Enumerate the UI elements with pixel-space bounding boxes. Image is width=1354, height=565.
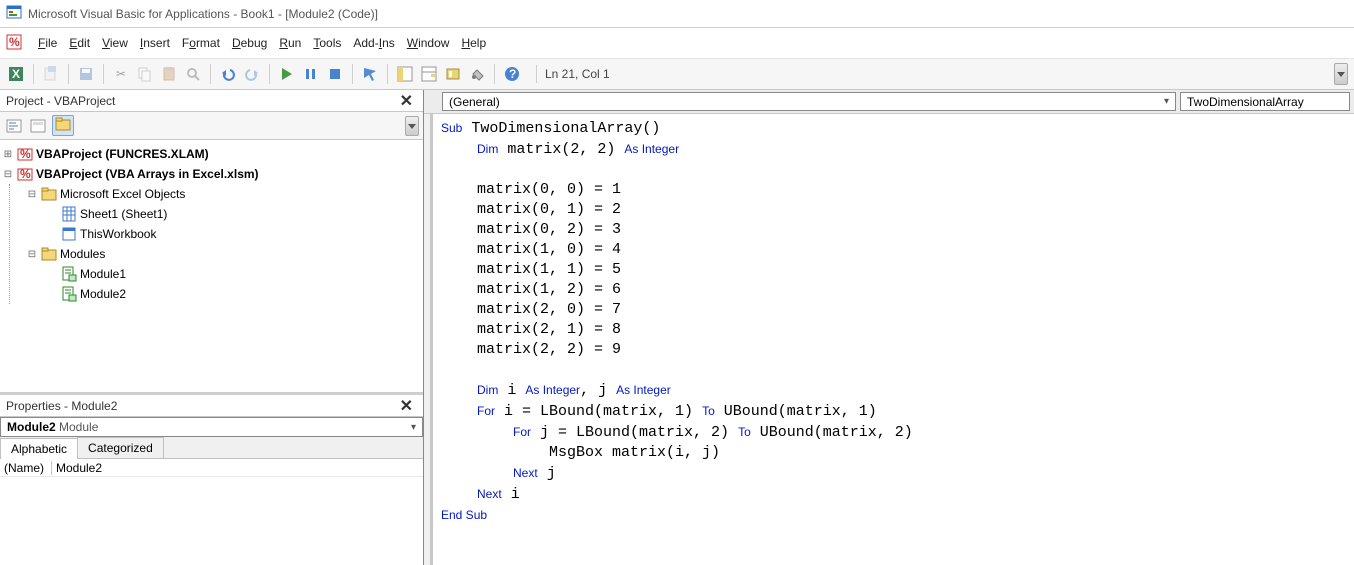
menu-edit[interactable]: Edit bbox=[63, 32, 96, 54]
find-icon[interactable] bbox=[183, 64, 203, 84]
menu-debug[interactable]: Debug bbox=[226, 32, 273, 54]
project-panel-close-icon[interactable]: ✕ bbox=[396, 91, 417, 111]
menu-bar: % FileEditViewInsertFormatDebugRunToolsA… bbox=[0, 28, 1354, 58]
menu-add-ins[interactable]: Add-Ins bbox=[347, 32, 400, 54]
tree-sheet1[interactable]: Sheet1 (Sheet1) bbox=[10, 204, 421, 224]
properties-grid[interactable]: (Name) Module2 bbox=[0, 459, 423, 565]
collapse-icon[interactable]: ⊟ bbox=[26, 249, 38, 260]
vbaproject-icon: % bbox=[17, 166, 33, 182]
workbook-icon bbox=[61, 226, 77, 242]
toolbar-overflow-icon[interactable] bbox=[1334, 63, 1348, 85]
view-object-icon[interactable] bbox=[28, 116, 48, 136]
design-mode-icon[interactable] bbox=[360, 64, 380, 84]
reset-icon[interactable] bbox=[325, 64, 345, 84]
menu-run[interactable]: Run bbox=[273, 32, 307, 54]
code-editor[interactable]: Sub TwoDimensionalArray() Dim matrix(2, … bbox=[430, 114, 1354, 565]
project-explorer-icon[interactable] bbox=[395, 64, 415, 84]
menu-view[interactable]: View bbox=[96, 32, 134, 54]
collapse-icon[interactable]: ⊟ bbox=[2, 169, 14, 180]
break-icon[interactable] bbox=[301, 64, 321, 84]
project-panel-header: Project - VBAProject ✕ bbox=[0, 90, 423, 112]
tree-project-funcres[interactable]: ⊞ % VBAProject (FUNCRES.XLAM) bbox=[2, 144, 421, 164]
project-panel-toolbar bbox=[0, 112, 423, 140]
properties-window-icon[interactable] bbox=[419, 64, 439, 84]
main-toolbar: X ✂ ? Ln 21, Col 1 bbox=[0, 58, 1354, 90]
svg-text:%: % bbox=[20, 147, 31, 161]
object-selector-combo[interactable]: Module2 Module ▾ bbox=[0, 417, 423, 437]
code-dropdown-row: (General) ▾ TwoDimensionalArray bbox=[424, 90, 1354, 114]
svg-text:%: % bbox=[20, 167, 31, 181]
menu-file[interactable]: File bbox=[32, 32, 63, 54]
svg-text:%: % bbox=[9, 35, 20, 49]
view-excel-icon[interactable]: X bbox=[6, 64, 26, 84]
project-toolbar-overflow-icon[interactable] bbox=[405, 116, 419, 136]
properties-panel-header: Properties - Module2 ✕ bbox=[0, 395, 423, 417]
menu-help[interactable]: Help bbox=[455, 32, 492, 54]
properties-tabs: Alphabetic Categorized bbox=[0, 437, 423, 459]
properties-panel-close-icon[interactable]: ✕ bbox=[396, 396, 417, 416]
property-row-name: (Name) Module2 bbox=[0, 459, 423, 477]
tab-categorized[interactable]: Categorized bbox=[77, 437, 164, 458]
redo-icon[interactable] bbox=[242, 64, 262, 84]
project-tree[interactable]: ⊞ % VBAProject (FUNCRES.XLAM) ⊟ % VBAPro… bbox=[0, 140, 423, 395]
tree-module1[interactable]: Module1 bbox=[10, 264, 421, 284]
module-icon bbox=[61, 286, 77, 302]
collapse-icon[interactable]: ⊟ bbox=[26, 189, 38, 200]
insert-module-icon[interactable] bbox=[41, 64, 61, 84]
toggle-folders-icon[interactable] bbox=[52, 115, 74, 136]
undo-icon[interactable] bbox=[218, 64, 238, 84]
window-title: Microsoft Visual Basic for Applications … bbox=[28, 7, 378, 21]
tree-project-arrays[interactable]: ⊟ % VBAProject (VBA Arrays in Excel.xlsm… bbox=[2, 164, 421, 184]
vbaproject-icon: % bbox=[17, 146, 33, 162]
svg-text:?: ? bbox=[509, 67, 516, 81]
help-icon[interactable]: ? bbox=[502, 64, 522, 84]
view-code-icon[interactable] bbox=[4, 116, 24, 136]
save-icon[interactable] bbox=[76, 64, 96, 84]
menu-insert[interactable]: Insert bbox=[134, 32, 176, 54]
object-combo[interactable]: (General) ▾ bbox=[442, 92, 1176, 111]
tree-modules-folder[interactable]: ⊟ Modules bbox=[10, 244, 421, 264]
copy-icon[interactable] bbox=[135, 64, 155, 84]
tab-alphabetic[interactable]: Alphabetic bbox=[0, 438, 78, 459]
vba-app-icon bbox=[6, 4, 22, 23]
vba-doc-icon: % bbox=[6, 34, 22, 53]
menu-tools[interactable]: Tools bbox=[307, 32, 347, 54]
menu-format[interactable]: Format bbox=[176, 32, 226, 54]
module-icon bbox=[61, 266, 77, 282]
title-bar: Microsoft Visual Basic for Applications … bbox=[0, 0, 1354, 28]
properties-panel-title: Properties - Module2 bbox=[6, 399, 117, 413]
worksheet-icon bbox=[61, 206, 77, 222]
project-panel-title: Project - VBAProject bbox=[6, 94, 115, 108]
chevron-down-icon: ▾ bbox=[411, 422, 416, 433]
folder-icon bbox=[41, 186, 57, 202]
cursor-position-status: Ln 21, Col 1 bbox=[536, 65, 618, 83]
folder-icon bbox=[41, 246, 57, 262]
menu-window[interactable]: Window bbox=[401, 32, 456, 54]
procedure-combo[interactable]: TwoDimensionalArray bbox=[1180, 92, 1350, 111]
expand-icon[interactable]: ⊞ bbox=[2, 149, 14, 160]
svg-text:X: X bbox=[12, 67, 20, 81]
paste-icon[interactable] bbox=[159, 64, 179, 84]
tree-excel-objects-folder[interactable]: ⊟ Microsoft Excel Objects bbox=[10, 184, 421, 204]
toolbox-icon[interactable] bbox=[467, 64, 487, 84]
object-browser-icon[interactable] bbox=[443, 64, 463, 84]
chevron-down-icon: ▾ bbox=[1164, 96, 1169, 107]
run-icon[interactable] bbox=[277, 64, 297, 84]
tree-module2[interactable]: Module2 bbox=[10, 284, 421, 304]
cut-icon[interactable]: ✂ bbox=[111, 64, 131, 84]
tree-thisworkbook[interactable]: ThisWorkbook bbox=[10, 224, 421, 244]
